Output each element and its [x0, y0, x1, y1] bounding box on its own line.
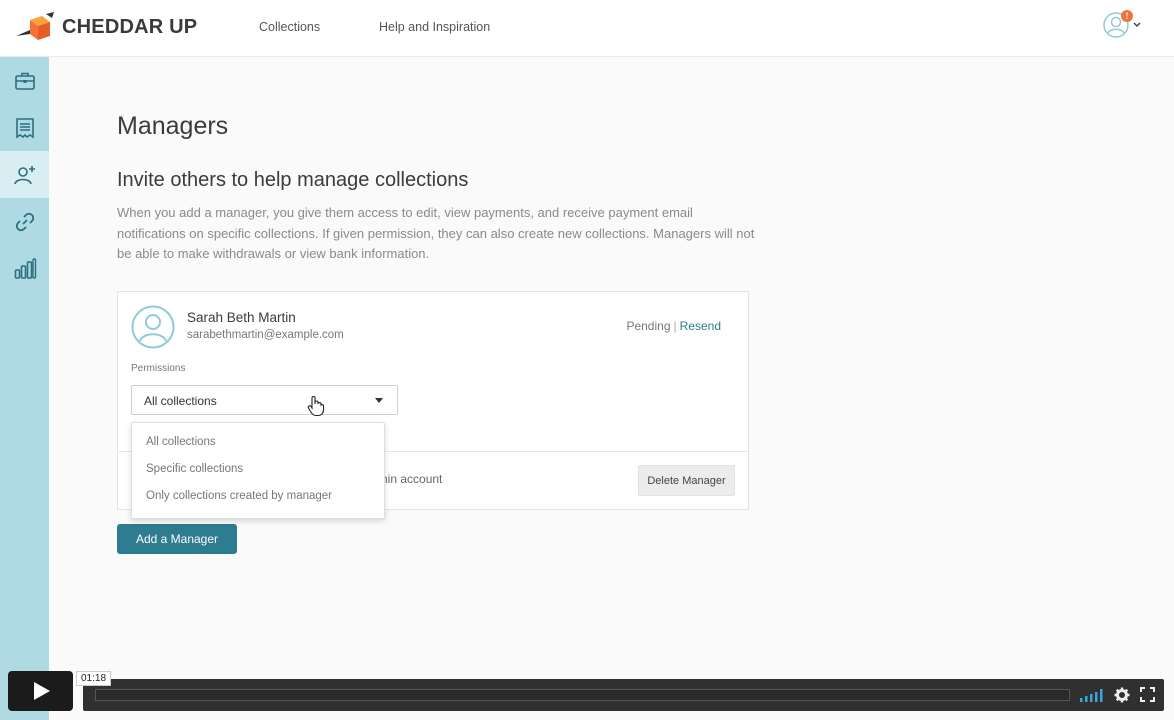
- add-manager-button[interactable]: Add a Manager: [117, 524, 237, 554]
- status-separator: |: [673, 319, 677, 333]
- link-icon: [15, 212, 34, 231]
- dropdown-option-created-by-manager[interactable]: Only collections created by manager: [146, 490, 332, 502]
- sidebar-item-managers[interactable]: [0, 151, 49, 198]
- progress-scrubber[interactable]: [95, 689, 1070, 701]
- fullscreen-icon[interactable]: [1140, 687, 1155, 702]
- chevron-down-icon: [1133, 22, 1141, 28]
- sidebar-item-transactions[interactable]: [0, 104, 49, 151]
- brand-name: CHEDDAR UP: [62, 15, 198, 38]
- page-title: Managers: [117, 112, 229, 140]
- delete-manager-button[interactable]: Delete Manager: [638, 465, 735, 496]
- add-user-icon: [13, 165, 35, 184]
- sidebar: [0, 57, 49, 720]
- caret-down-icon: [375, 398, 383, 403]
- permissions-select[interactable]: All collections: [131, 385, 398, 415]
- cheddar-cube-logo-icon: [16, 12, 54, 40]
- permissions-label: Permissions: [131, 363, 186, 374]
- sidebar-item-collections[interactable]: [0, 57, 49, 104]
- intro-description: When you add a manager, you give them ac…: [117, 205, 755, 261]
- invite-status: Pending | Resend: [626, 319, 721, 333]
- manager-avatar-icon: [131, 305, 175, 349]
- notification-badge: !: [1121, 10, 1133, 22]
- play-button[interactable]: [8, 671, 73, 711]
- nav-help-and-inspiration[interactable]: Help and Inspiration: [379, 20, 490, 34]
- hand-cursor-icon: [307, 396, 325, 417]
- dropdown-option-all-collections[interactable]: All collections: [146, 436, 216, 448]
- manager-email: sarabethmartin@example.com: [187, 329, 344, 341]
- dropdown-option-specific-collections[interactable]: Specific collections: [146, 463, 243, 475]
- player-controls-bar: [83, 679, 1164, 711]
- permissions-dropdown-menu: All collections Specific collections Onl…: [131, 422, 385, 519]
- bar-chart-icon: [14, 257, 36, 279]
- manager-name: Sarah Beth Martin: [187, 310, 296, 325]
- nav-collections[interactable]: Collections: [259, 20, 320, 34]
- user-avatar: !: [1103, 10, 1133, 38]
- receipt-icon: [15, 117, 34, 138]
- play-icon: [33, 682, 50, 700]
- section-title: Invite others to help manage collections: [117, 169, 469, 191]
- sidebar-item-share[interactable]: [0, 198, 49, 245]
- timecode-label: 01:18: [76, 671, 112, 686]
- briefcase-icon: [14, 72, 35, 90]
- volume-icon[interactable]: [1079, 687, 1105, 703]
- permissions-select-value: All collections: [144, 394, 217, 408]
- cheddar-up-logo[interactable]: CHEDDAR UP: [16, 12, 197, 42]
- status-pending: Pending: [626, 319, 671, 333]
- settings-gear-icon[interactable]: [1114, 687, 1130, 703]
- top-navigation-bar: CHEDDAR UP Collections Help and Inspirat…: [0, 0, 1174, 57]
- resend-link[interactable]: Resend: [680, 319, 721, 333]
- partially-hidden-text: hin account: [381, 472, 443, 486]
- user-menu[interactable]: !: [1103, 10, 1142, 38]
- sidebar-item-reports[interactable]: [0, 245, 49, 292]
